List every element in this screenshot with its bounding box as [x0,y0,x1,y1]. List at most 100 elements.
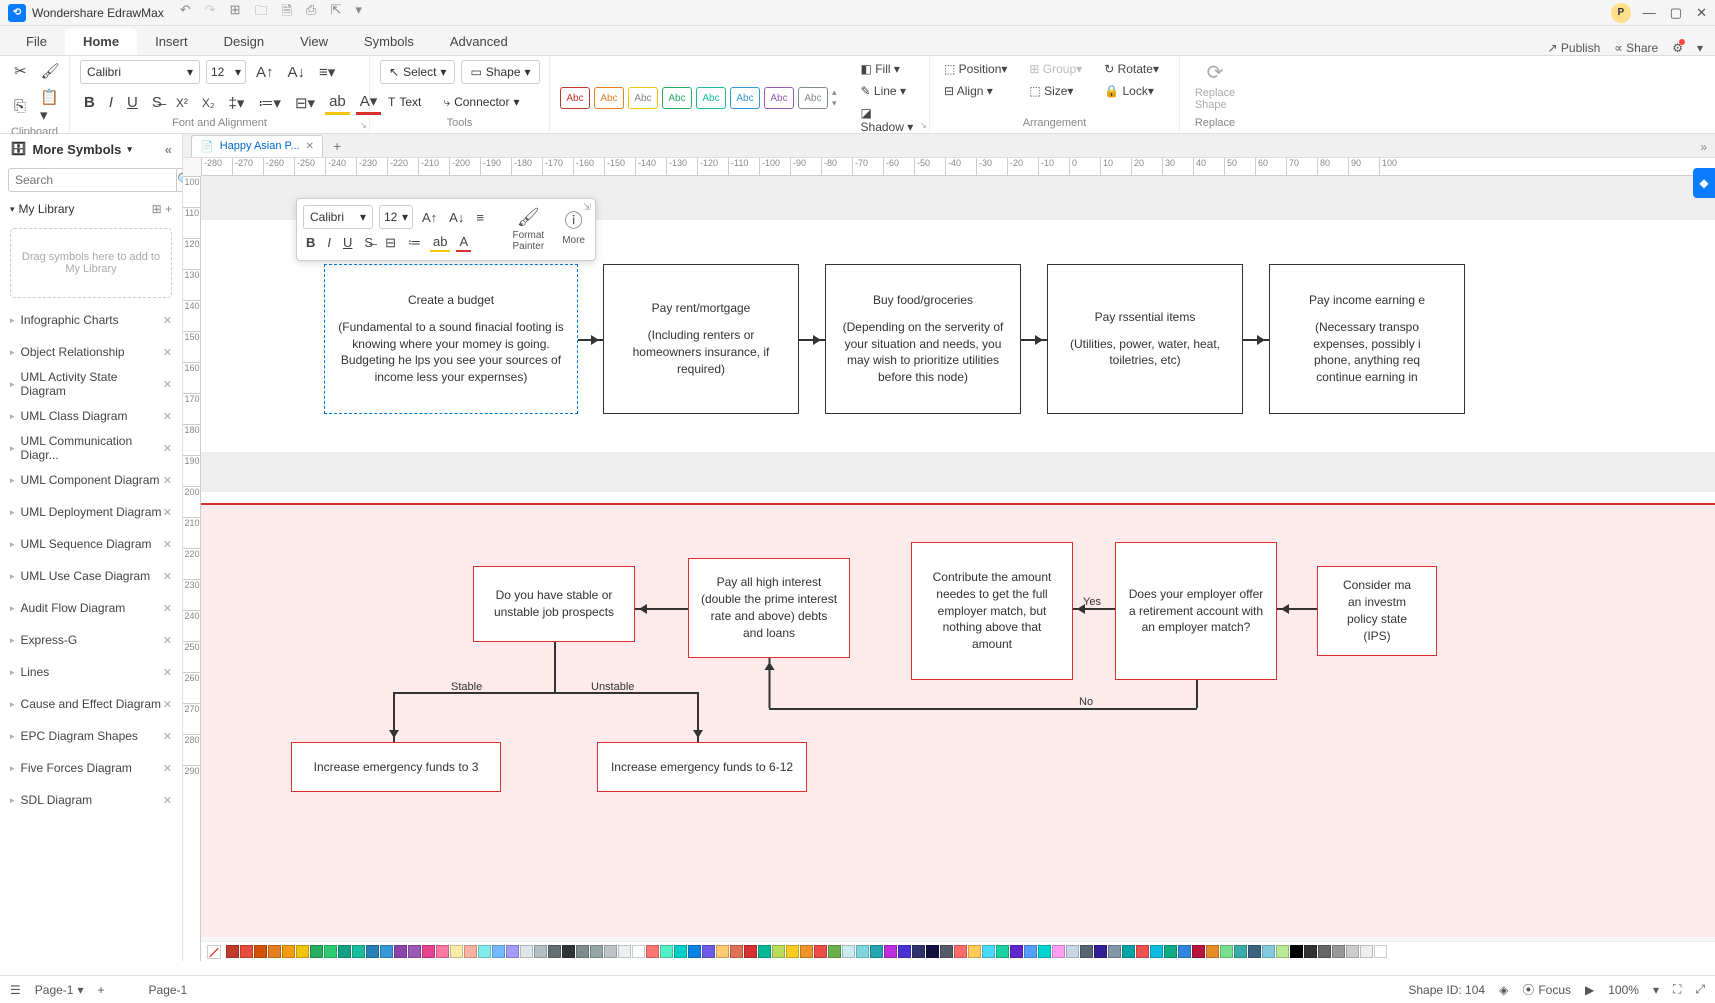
shape-high-interest[interactable]: Pay all high interest (double the prime … [688,558,850,658]
float-numlist-icon[interactable]: ⊟ [382,234,399,252]
symbol-category-item[interactable]: ▸Cause and Effect Diagram✕ [0,688,182,720]
shape-tool-button[interactable]: ▭ Shape ▾ [461,60,539,84]
add-library-icon[interactable]: ⊞ + [152,202,172,216]
zoom-dropdown-icon[interactable]: ▾ [1653,983,1659,997]
color-swatch[interactable] [1290,945,1303,958]
cut-icon[interactable]: ✂ [10,60,31,82]
shape-employer-offer[interactable]: Does your employer offer a retirement ac… [1115,542,1277,680]
float-italic-icon[interactable]: I [324,234,334,251]
color-swatch[interactable] [1080,945,1093,958]
color-swatch[interactable] [702,945,715,958]
color-swatch[interactable] [1318,945,1331,958]
color-swatch[interactable] [352,945,365,958]
remove-category-icon[interactable]: ✕ [163,762,172,775]
undo-icon[interactable]: ↶ [180,2,191,24]
color-swatch[interactable] [1360,945,1373,958]
color-swatch[interactable] [744,945,757,958]
color-swatch[interactable] [1248,945,1261,958]
float-size-select[interactable]: 12▾ [379,205,413,229]
color-swatch[interactable] [240,945,253,958]
shadow-button[interactable]: ◪ Shadow ▾ [857,104,919,136]
color-swatch[interactable] [1178,945,1191,958]
symbol-category-item[interactable]: ▸Five Forces Diagram✕ [0,752,182,784]
save-icon[interactable]: 🗎 [282,2,292,24]
symbol-category-item[interactable]: ▸UML Communication Diagr...✕ [0,432,182,464]
tab-home[interactable]: Home [65,28,137,55]
color-swatch[interactable] [968,945,981,958]
user-avatar[interactable]: P [1611,3,1631,23]
bullet-list-icon[interactable]: ≔▾ [254,92,285,114]
color-swatch[interactable] [464,945,477,958]
color-swatch[interactable] [674,945,687,958]
shape-emergency-6-12[interactable]: Increase emergency funds to 6-12 [597,742,807,792]
color-swatch[interactable] [1024,945,1037,958]
tab-file[interactable]: File [8,28,65,55]
style-swatch-3[interactable]: Abc [628,87,658,109]
shape-create-budget[interactable]: Create a budget (Fundamental to a sound … [324,264,578,414]
shape-buy-food[interactable]: Buy food/groceries (Depending on the ser… [825,264,1021,414]
remove-category-icon[interactable]: ✕ [163,538,172,551]
italic-icon[interactable]: I [105,92,117,113]
symbol-category-item[interactable]: ▸UML Use Case Diagram✕ [0,560,182,592]
float-underline-icon[interactable]: U [340,234,355,251]
color-swatch[interactable] [688,945,701,958]
strikethrough-icon[interactable]: S̶ [148,92,166,113]
color-swatch[interactable] [604,945,617,958]
color-swatch[interactable] [450,945,463,958]
position-button[interactable]: ⬚ Position▾ [940,60,1011,78]
color-swatch[interactable] [1122,945,1135,958]
color-swatch[interactable] [506,945,519,958]
format-painter-icon[interactable]: 🖌 [37,60,64,82]
float-color-icon[interactable]: A [456,233,471,252]
color-swatch[interactable] [310,945,323,958]
shape-essential-items[interactable]: Pay rssential items (Utilities, power, w… [1047,264,1243,414]
remove-category-icon[interactable]: ✕ [163,666,172,679]
remove-category-icon[interactable]: ✕ [163,634,172,647]
color-swatch[interactable] [478,945,491,958]
float-decrease-font-icon[interactable]: A↓ [446,209,467,226]
remove-category-icon[interactable]: ✕ [163,730,172,743]
layers-icon[interactable]: ◈ [1499,983,1508,997]
color-swatch[interactable] [1234,945,1247,958]
open-icon[interactable]: 🗀 [255,2,268,24]
color-swatch[interactable] [576,945,589,958]
tab-insert[interactable]: Insert [137,28,206,55]
color-swatch[interactable] [1332,945,1345,958]
color-swatch[interactable] [520,945,533,958]
export-icon[interactable]: ⇱ [330,2,341,24]
no-fill-swatch[interactable] [207,945,221,959]
color-swatch[interactable] [758,945,771,958]
symbol-category-item[interactable]: ▸EPC Diagram Shapes✕ [0,720,182,752]
library-dropzone[interactable]: Drag symbols here to add to My Library [10,228,172,298]
superscript-icon[interactable]: X² [172,94,192,112]
remove-category-icon[interactable]: ✕ [163,474,172,487]
minimize-icon[interactable]: — [1643,5,1656,21]
color-swatch[interactable] [898,945,911,958]
redo-icon[interactable]: ↷ [205,2,216,24]
underline-icon[interactable]: U [123,92,142,113]
color-swatch[interactable] [884,945,897,958]
qat-more-icon[interactable]: ▾ [355,2,362,24]
pages-menu-button[interactable]: ☰ [10,983,21,997]
shape-income-earning[interactable]: Pay income earning e (Necessary transpo … [1269,264,1465,414]
color-swatch[interactable] [954,945,967,958]
style-swatch-4[interactable]: Abc [662,87,692,109]
color-swatch[interactable] [436,945,449,958]
color-swatch[interactable] [800,945,813,958]
color-swatch[interactable] [562,945,575,958]
color-swatch[interactable] [814,945,827,958]
color-swatch[interactable] [1374,945,1387,958]
remove-category-icon[interactable]: ✕ [163,602,172,615]
color-swatch[interactable] [324,945,337,958]
line-button[interactable]: ✎ Line ▾ [857,82,919,100]
page-tab-1[interactable]: Page-1 [149,983,188,997]
float-strike-icon[interactable]: S̶ [361,234,376,251]
symbol-category-item[interactable]: ▸SDL Diagram✕ [0,784,182,816]
color-swatch[interactable] [254,945,267,958]
color-swatch[interactable] [646,945,659,958]
increase-font-icon[interactable]: A↑ [252,62,278,83]
symbol-category-item[interactable]: ▸UML Component Diagram✕ [0,464,182,496]
color-swatch[interactable] [926,945,939,958]
symbol-category-item[interactable]: ▸Lines✕ [0,656,182,688]
canvas[interactable]: Create a budget (Fundamental to a sound … [201,176,1715,937]
